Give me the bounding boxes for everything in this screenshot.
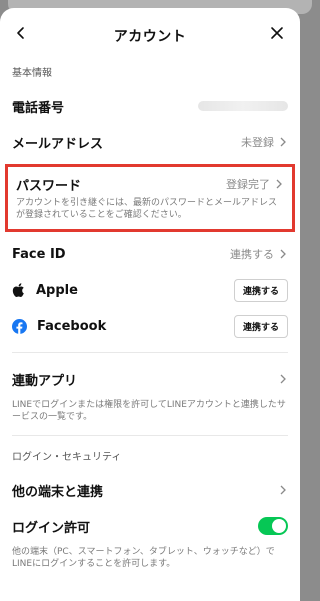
linked-apps-label: 連動アプリ bbox=[12, 373, 78, 389]
email-label: メールアドレス bbox=[12, 136, 104, 152]
nav-bar: アカウント bbox=[0, 8, 300, 60]
linked-apps-helper-text: LINEでログインまたは権限を許可してLINEアカウントと連携したサービスの一覧… bbox=[12, 400, 286, 422]
apple-link-button[interactable]: 連携する bbox=[233, 278, 288, 302]
row-password[interactable]: パスワード 登録完了 bbox=[16, 173, 284, 195]
facebook-link-button[interactable]: 連携する bbox=[233, 314, 288, 338]
chevron-right-icon bbox=[278, 137, 288, 147]
phone-value-redacted bbox=[198, 101, 288, 111]
row-facebook: Facebook 連携する bbox=[0, 308, 300, 344]
password-helper-text: アカウントを引き継ぐには、最新のパスワードとメールアドレスが登録されていることを… bbox=[16, 198, 278, 220]
toggle-knob bbox=[272, 519, 286, 533]
email-value: 未登録 bbox=[241, 136, 274, 149]
phone-label: 電話番号 bbox=[12, 100, 65, 116]
apple-icon bbox=[12, 283, 24, 297]
account-sheet: アカウント 基本情報 電話番号 メールアドレス 未登録 パスワード 登録完了 ア… bbox=[0, 8, 300, 601]
login-permission-label: ログイン許可 bbox=[12, 520, 91, 536]
row-other-devices[interactable]: 他の端末と連携 bbox=[0, 472, 300, 508]
row-linked-apps[interactable]: 連動アプリ bbox=[0, 361, 300, 397]
divider bbox=[12, 435, 288, 436]
row-faceid[interactable]: Face ID 連携する bbox=[0, 236, 300, 272]
chevron-right-icon bbox=[274, 179, 284, 189]
close-button[interactable] bbox=[264, 20, 290, 46]
password-label: パスワード bbox=[16, 178, 82, 194]
row-login-permission: ログイン許可 bbox=[0, 508, 300, 544]
login-permission-helper-text: 他の端末（PC、スマートフォン、タブレット、ウォッチなど）でLINEにログインす… bbox=[12, 547, 275, 569]
faceid-label: Face ID bbox=[12, 246, 66, 262]
close-icon bbox=[271, 27, 283, 39]
page-title: アカウント bbox=[113, 29, 187, 45]
apple-label: Apple bbox=[36, 282, 78, 298]
facebook-label: Facebook bbox=[37, 318, 107, 334]
chevron-right-icon bbox=[278, 249, 288, 259]
section-label-security: ログイン・セキュリティ bbox=[12, 452, 122, 463]
chevron-right-icon bbox=[278, 485, 288, 495]
password-value: 登録完了 bbox=[226, 178, 270, 191]
section-label-basic: 基本情報 bbox=[12, 68, 52, 79]
password-highlight-box[interactable]: パスワード 登録完了 アカウントを引き継ぐには、最新のパスワードとメールアドレス… bbox=[5, 164, 295, 232]
faceid-value: 連携する bbox=[230, 248, 274, 261]
facebook-icon bbox=[12, 318, 27, 334]
row-phone[interactable]: 電話番号 bbox=[0, 88, 300, 124]
other-devices-label: 他の端末と連携 bbox=[12, 484, 104, 500]
login-permission-toggle[interactable] bbox=[258, 517, 288, 535]
row-apple: Apple 連携する bbox=[0, 272, 300, 308]
chevron-right-icon bbox=[278, 374, 288, 384]
row-email[interactable]: メールアドレス 未登録 bbox=[0, 124, 300, 160]
divider bbox=[12, 352, 288, 353]
